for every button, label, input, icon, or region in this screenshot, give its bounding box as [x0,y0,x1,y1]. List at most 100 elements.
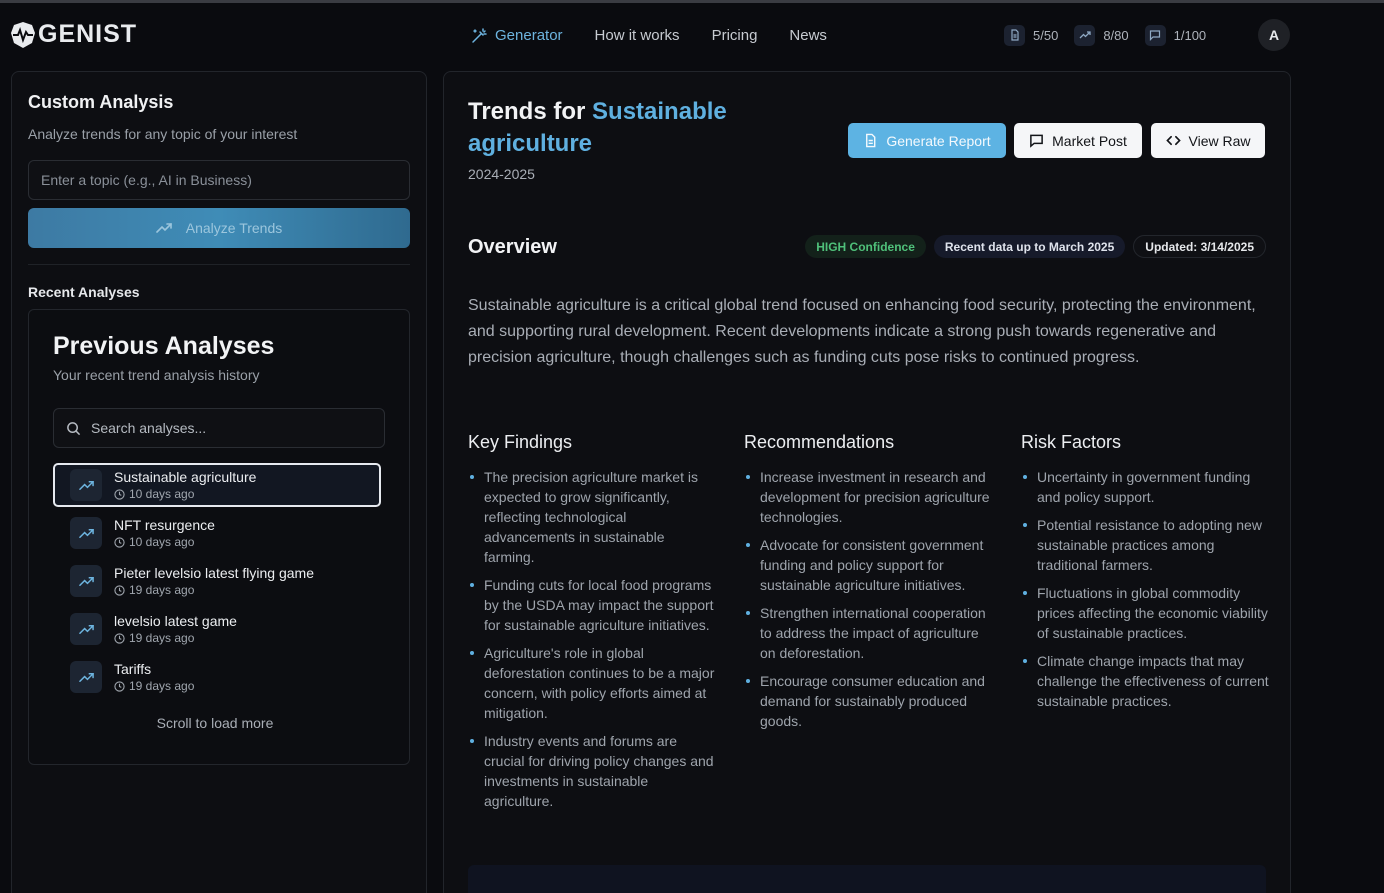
trending-up-icon [70,469,102,501]
list-item[interactable]: Sustainable agriculture 10 days ago [53,463,381,507]
analyze-trends-button[interactable]: Analyze Trends [28,208,410,248]
trend-report-panel: Trends for Sustainable agriculture 2024-… [443,71,1291,893]
usage-reports: 5/50 [1004,24,1059,46]
clock-icon [114,488,125,500]
list-item: Advocate for consistent government fundi… [744,535,992,595]
trending-up-icon [70,517,102,549]
list-item: Fluctuations in global commodity prices … [1021,583,1269,643]
list-item: Strengthen international cooperation to … [744,603,992,663]
list-item: Industry events and forums are crucial f… [468,731,716,811]
list-item: Potential resistance to adopting new sus… [1021,515,1269,575]
wand-icon [472,27,487,43]
previous-analyses-subtitle: Your recent trend analysis history [53,367,260,383]
usage-reports-value: 5/50 [1033,27,1059,43]
trending-up-icon [155,223,172,233]
search-analyses-box [53,408,385,448]
search-icon [67,421,81,435]
list-item-name: Pieter levelsio latest flying game [114,565,314,581]
analyze-trends-label: Analyze Trends [185,220,283,236]
list-item[interactable]: Tariffs 19 days ago [53,655,381,699]
nav-how-it-works-label: How it works [594,27,680,44]
nav-pricing[interactable]: Pricing [712,27,758,44]
nav-how-it-works[interactable]: How it works [595,27,680,44]
analyses-list: Sustainable agriculture 10 days ago NFT … [53,463,381,703]
usage-trends: 8/80 [1074,24,1129,46]
custom-analysis-subtitle: Analyze trends for any topic of your int… [28,126,298,142]
nav-news[interactable]: News [789,27,827,44]
message-icon [1030,134,1044,148]
usage-posts-value: 1/100 [1173,27,1207,43]
topic-input[interactable] [28,160,410,200]
search-analyses-input[interactable] [91,420,371,436]
list-item[interactable]: levelsio latest game 19 days ago [53,607,381,651]
nav-pricing-label: Pricing [711,27,758,44]
generate-report-button[interactable]: Generate Report [848,123,1006,158]
logo-text: GENIST [38,20,138,48]
view-raw-label: View Raw [1188,132,1251,149]
list-item-name: Tariffs [114,661,152,677]
overview-summary: Sustainable agriculture is a critical gl… [468,297,1256,366]
custom-analysis-title: Custom Analysis [28,92,174,112]
key-findings-heading: Key Findings [468,432,573,452]
trending-up-icon [70,613,102,645]
trending-up-icon [70,565,102,597]
usage-posts: 1/100 [1144,24,1207,46]
recommendations-heading: Recommendations [744,432,895,452]
overview-badges: HIGH Confidence Recent data up to March … [805,235,1266,258]
previous-analyses-card: Previous Analyses Your recent trend anal… [28,309,410,765]
usage-counters: 5/50 8/80 1/100 [994,18,1216,52]
page-title: Trends for Sustainable agriculture [468,96,768,160]
custom-analysis-panel: Custom Analysis Analyze trends for any t… [11,71,427,893]
code-icon [1165,135,1181,146]
usage-trends-value: 8/80 [1103,27,1129,43]
list-item-time: 10 days ago [114,487,256,501]
list-item-name: Sustainable agriculture [114,469,257,485]
main-nav: Generator How it works Pricing News [471,27,859,44]
list-item: Climate change impacts that may challeng… [1021,651,1269,711]
risk-factors-heading: Risk Factors [1021,432,1122,452]
clock-icon [114,680,125,692]
divider [28,264,410,265]
view-raw-button[interactable]: View Raw [1151,123,1265,158]
app-logo[interactable]: GENIST [10,20,137,49]
list-item: Increase investment in research and deve… [744,467,992,527]
list-item-name: NFT resurgence [114,517,215,533]
logo-mark-icon [11,21,35,48]
overview-heading: Overview [468,236,557,258]
recent-analyses-label: Recent Analyses [28,284,140,300]
next-section-card [468,865,1266,893]
list-item-name: levelsio latest game [114,613,237,629]
nav-generator-label: Generator [495,27,563,44]
list-item: The precision agriculture market is expe… [468,467,716,567]
list-item[interactable]: Pieter levelsio latest flying game 19 da… [53,559,381,603]
document-icon [866,133,876,148]
clock-icon [114,536,125,548]
list-item-time: 10 days ago [114,535,215,549]
list-item-time: 19 days ago [114,583,314,597]
scroll-to-load-more: Scroll to load more [156,715,274,731]
nav-generator[interactable]: Generator [471,27,563,44]
list-item: Encourage consumer education and demand … [744,671,992,731]
key-findings-section: Key Findings The precision agriculture m… [468,432,716,819]
report-years: 2024-2025 [468,166,535,182]
list-item-time: 19 days ago [114,679,194,693]
updated-badge: Updated: 3/14/2025 [1133,235,1266,258]
clock-icon [114,584,125,596]
document-icon [1004,24,1025,46]
recent-data-badge: Recent data up to March 2025 [933,235,1126,258]
nav-news-label: News [789,27,827,44]
generate-report-label: Generate Report [886,132,991,149]
market-post-button[interactable]: Market Post [1014,123,1142,158]
risk-factors-section: Risk Factors Uncertainty in government f… [1021,432,1269,719]
market-post-label: Market Post [1052,132,1127,149]
list-item-time: 19 days ago [114,631,237,645]
list-item[interactable]: NFT resurgence 10 days ago [53,511,381,555]
list-item: Funding cuts for local food programs by … [468,575,716,635]
clock-icon [114,632,125,644]
window-top-border [0,0,1384,3]
user-avatar[interactable]: A [1258,19,1290,51]
page-title-prefix: Trends for [468,98,586,125]
trending-up-icon [1074,24,1096,46]
confidence-badge: HIGH Confidence [805,235,926,258]
previous-analyses-title: Previous Analyses [53,332,275,360]
